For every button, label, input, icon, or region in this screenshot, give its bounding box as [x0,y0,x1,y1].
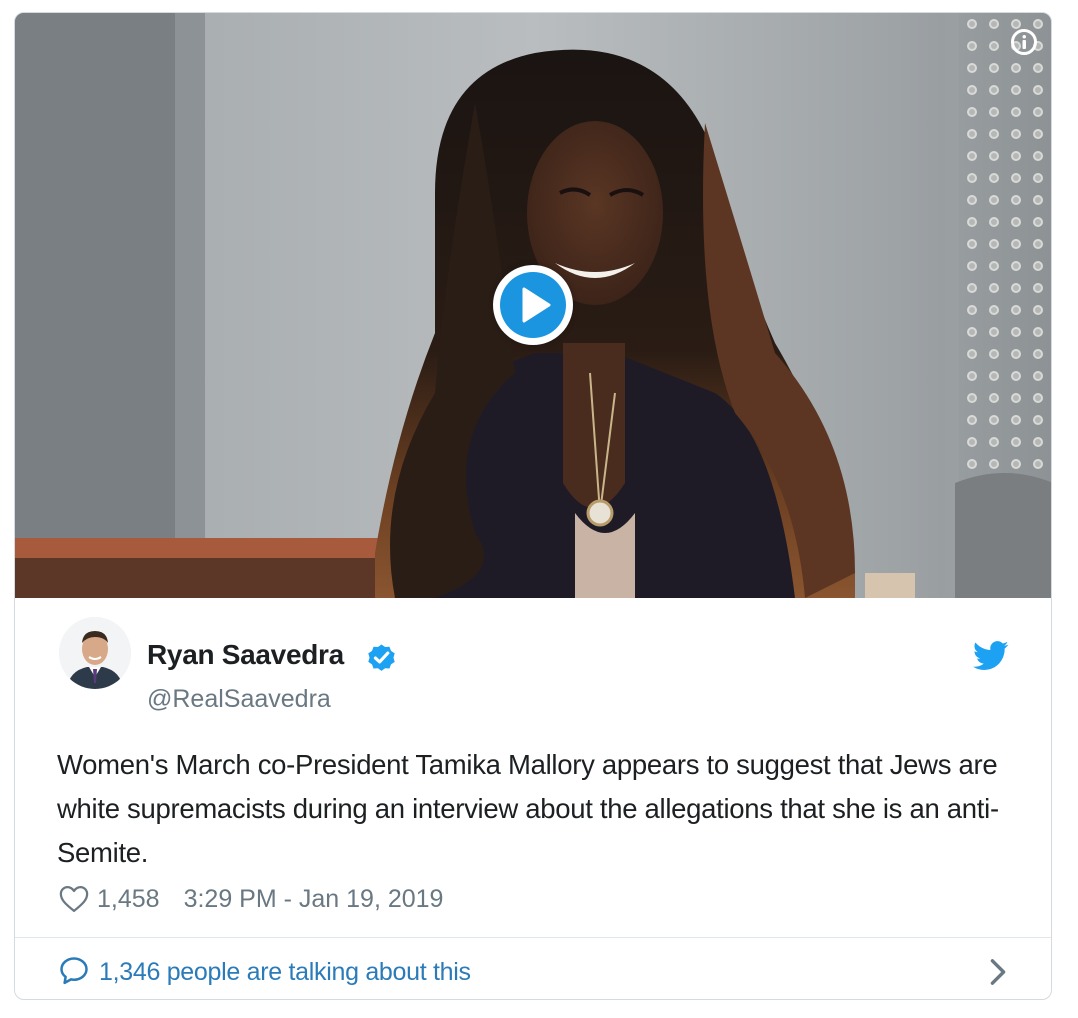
author-handle[interactable]: @RealSaavedra [147,685,331,714]
speech-bubble-icon [60,957,88,985]
tweet-embed-card: Ryan Saavedra @RealSaavedra Women's Marc… [14,12,1052,1000]
chevron-right-icon [990,959,1006,985]
conversation-link[interactable]: 1,346 people are talking about this [15,938,1051,999]
play-icon [522,287,551,323]
like-count[interactable]: 1,458 [97,885,160,914]
tweet-text: Women's March co-President Tamika Mallor… [57,749,999,868]
verified-badge-icon [368,644,395,671]
conversation-count-text[interactable]: 1,346 people are talking about this [99,958,471,987]
tweet-meta: 1,458 3:29 PM - Jan 19, 2019 [59,883,443,915]
timestamp[interactable]: 3:29 PM - Jan 19, 2019 [184,885,444,914]
avatar[interactable] [59,617,131,689]
heart-icon[interactable] [59,885,89,913]
info-button[interactable] [1011,29,1037,55]
avatar-photo [59,617,131,689]
twitter-bird-icon[interactable] [973,641,1009,671]
video-thumbnail[interactable] [15,13,1051,598]
play-button[interactable] [493,265,573,345]
author-name[interactable]: Ryan Saavedra [147,639,344,671]
info-icon [1022,35,1026,49]
